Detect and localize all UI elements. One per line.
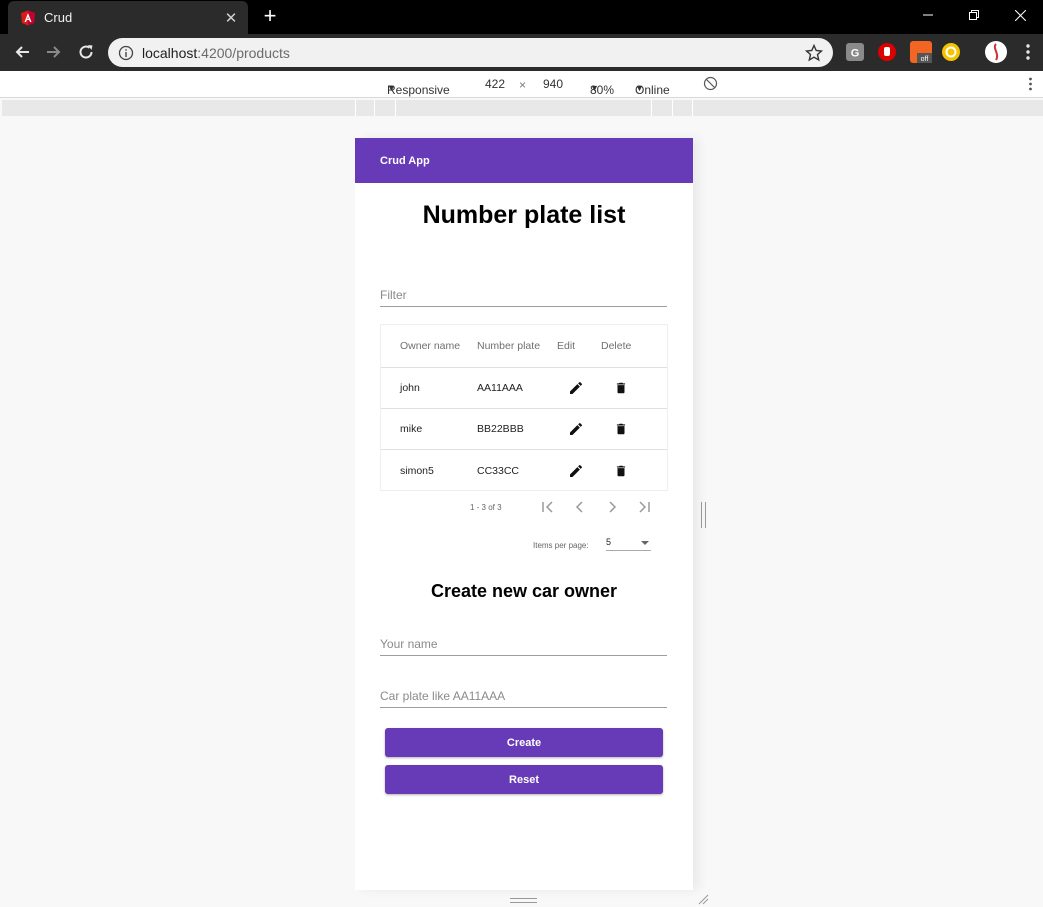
close-icon[interactable] bbox=[997, 0, 1043, 30]
edit-icon[interactable] bbox=[566, 450, 586, 491]
previous-page-icon[interactable] bbox=[571, 498, 589, 516]
items-per-page-value: 5 bbox=[606, 537, 612, 547]
items-per-page-label: Items per page: bbox=[533, 541, 589, 550]
column-header-plate[interactable]: Number plate bbox=[477, 325, 540, 367]
forward-icon[interactable] bbox=[41, 40, 67, 64]
browser-tab[interactable]: Crud ✕ bbox=[8, 1, 248, 34]
chevron-down-icon bbox=[641, 541, 649, 545]
plate-field[interactable] bbox=[380, 686, 667, 708]
delete-icon[interactable] bbox=[611, 368, 631, 408]
last-page-icon[interactable] bbox=[635, 498, 653, 516]
reset-button[interactable]: Reset bbox=[385, 765, 663, 794]
browser-toolbar: localhost:4200/products G off bbox=[0, 34, 1043, 71]
media-query-ruler[interactable] bbox=[2, 100, 1043, 116]
svg-text:off: off bbox=[921, 56, 929, 63]
column-header-delete: Delete bbox=[601, 340, 632, 352]
profile-avatar[interactable] bbox=[985, 41, 1007, 63]
angular-icon bbox=[21, 10, 35, 25]
column-header-edit: Edit bbox=[557, 340, 576, 352]
restore-icon[interactable] bbox=[951, 0, 997, 30]
extension-c-icon[interactable] bbox=[942, 43, 960, 61]
device-height-resize-handle[interactable] bbox=[510, 898, 537, 903]
create-button[interactable]: Create bbox=[385, 728, 663, 757]
paginator-range: 1 - 3 of 3 bbox=[470, 503, 502, 512]
extension-stop-hand-icon[interactable] bbox=[878, 43, 896, 61]
devtools-menu-icon[interactable] bbox=[1028, 76, 1033, 95]
device-width-resize-handle[interactable] bbox=[701, 502, 706, 528]
address-bar[interactable]: localhost:4200/products bbox=[108, 38, 833, 67]
bookmark-star-icon[interactable] bbox=[805, 43, 823, 62]
table-row: simon5 CC33CC bbox=[381, 450, 667, 491]
plate-cell: BB22BBB bbox=[477, 423, 524, 435]
svg-text:G: G bbox=[851, 48, 860, 60]
filter-field[interactable] bbox=[380, 285, 667, 307]
next-page-icon[interactable] bbox=[603, 498, 621, 516]
owner-cell: john bbox=[400, 382, 420, 394]
table-header-row: Owner name Number plate Edit Delete bbox=[381, 325, 667, 368]
delete-icon[interactable] bbox=[611, 409, 631, 449]
close-tab-icon[interactable]: ✕ bbox=[220, 9, 242, 27]
device-viewport: Crud App Number plate list Owner name Nu… bbox=[355, 138, 693, 890]
tab-strip: Crud ✕ + bbox=[0, 0, 1043, 34]
device-width-input[interactable]: 422 bbox=[485, 77, 505, 91]
window-controls bbox=[905, 0, 1043, 30]
back-icon[interactable] bbox=[9, 40, 35, 64]
table-row: john AA11AAA bbox=[381, 368, 667, 409]
resize-corner-icon[interactable] bbox=[697, 893, 709, 905]
menu-dots-icon[interactable] bbox=[1021, 42, 1035, 62]
paginator: 1 - 3 of 3 Items per page: 5 bbox=[355, 494, 693, 554]
owner-cell: mike bbox=[400, 423, 423, 435]
items-per-page-select[interactable]: 5 bbox=[606, 536, 651, 551]
name-input[interactable] bbox=[380, 634, 667, 654]
minimize-icon[interactable] bbox=[905, 0, 951, 30]
app-toolbar: Crud App bbox=[355, 138, 693, 183]
tab-title: Crud bbox=[44, 10, 73, 25]
dropdown-arrow-icon: ▼ bbox=[590, 83, 599, 93]
dropdown-arrow-icon: ▼ bbox=[635, 83, 644, 93]
url-text: localhost:4200/products bbox=[142, 44, 290, 61]
device-toolbar: Responsive ▼ 422 × 940 80% ▼ Online ▼ bbox=[0, 71, 1043, 98]
plate-input[interactable] bbox=[380, 686, 667, 706]
page-title: Number plate list bbox=[422, 201, 626, 229]
reload-icon[interactable] bbox=[73, 40, 99, 64]
plus-icon[interactable]: + bbox=[259, 5, 281, 27]
rotate-icon[interactable] bbox=[703, 76, 718, 94]
app-title: Crud App bbox=[380, 154, 430, 167]
owner-cell: simon5 bbox=[400, 464, 434, 477]
dimension-separator: × bbox=[519, 78, 527, 92]
plate-cell: AA11AAA bbox=[477, 382, 523, 394]
plate-cell: CC33CC bbox=[477, 464, 520, 477]
extension-off-icon[interactable]: off bbox=[910, 41, 932, 63]
extension-g-icon[interactable]: G bbox=[846, 43, 864, 61]
name-field[interactable] bbox=[380, 634, 667, 656]
edit-icon[interactable] bbox=[566, 409, 586, 449]
info-icon[interactable] bbox=[118, 45, 134, 61]
column-header-owner[interactable]: Owner name bbox=[400, 325, 460, 367]
dropdown-arrow-icon: ▼ bbox=[387, 83, 396, 93]
device-height-input[interactable]: 940 bbox=[543, 77, 563, 91]
filter-input[interactable] bbox=[380, 285, 667, 305]
edit-icon[interactable] bbox=[566, 368, 586, 408]
table-row: mike BB22BBB bbox=[381, 409, 667, 450]
first-page-icon[interactable] bbox=[539, 498, 557, 516]
create-section-title: Create new car owner bbox=[430, 581, 618, 601]
number-plate-table: Owner name Number plate Edit Delete john… bbox=[380, 324, 668, 491]
delete-icon[interactable] bbox=[611, 450, 631, 491]
